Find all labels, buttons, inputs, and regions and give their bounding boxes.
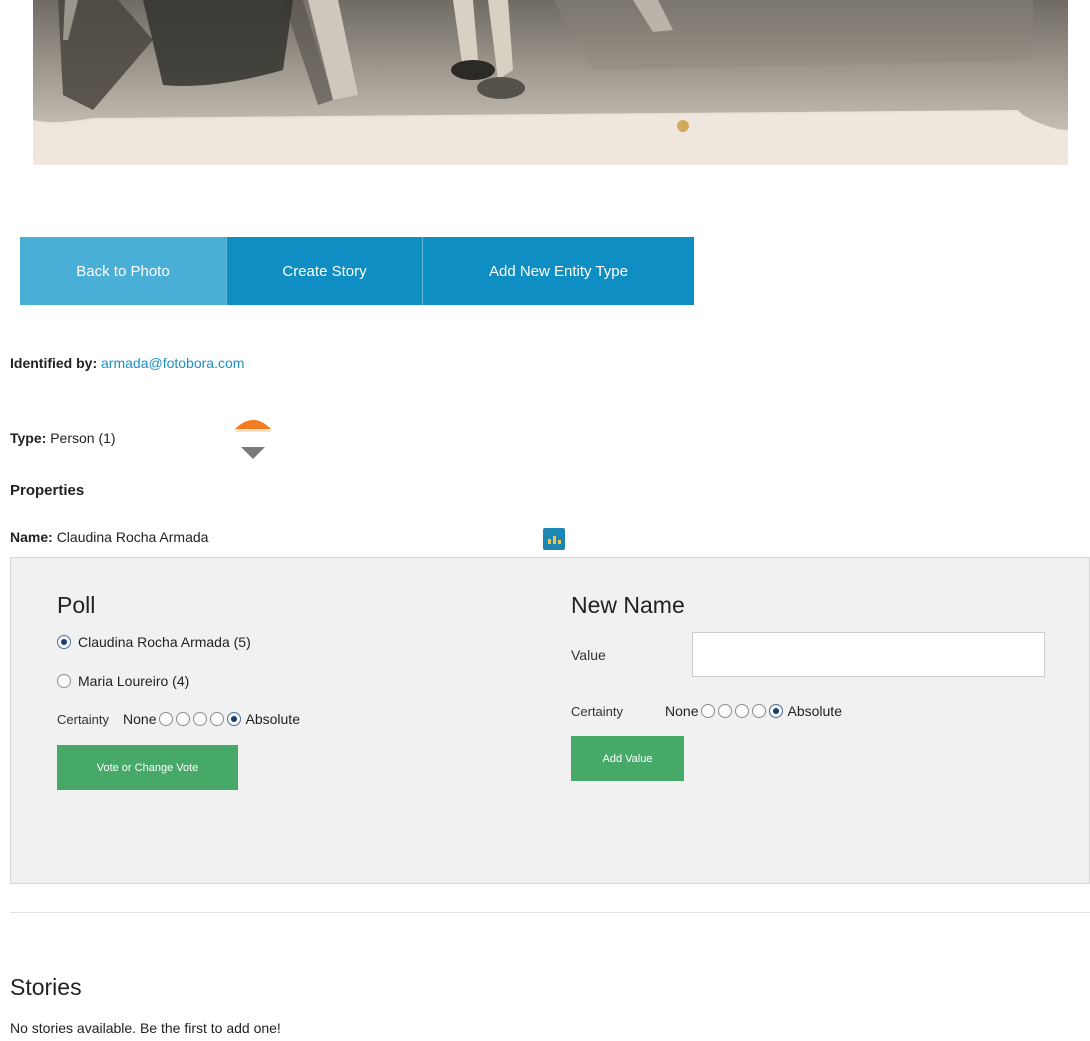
photo-artwork [33,0,1068,165]
identified-by-email-link[interactable]: armada@fotobora.com [101,355,244,371]
certainty-radio-5[interactable] [226,712,241,726]
back-to-photo-button[interactable]: Back to Photo [20,237,227,305]
certainty-radio-5[interactable] [768,704,783,718]
certainty-radio-1[interactable] [158,712,173,726]
value-input[interactable] [692,632,1045,677]
properties-heading: Properties [10,482,85,499]
type-label: Type: [10,430,47,446]
add-new-entity-type-button[interactable]: Add New Entity Type [423,237,694,305]
certainty-radio-2[interactable] [717,704,732,718]
certainty-radio-3[interactable] [192,712,207,726]
bar-chart-icon [547,536,562,544]
poll-option[interactable]: Maria Loureiro (4) [57,673,300,689]
poll-option-radio[interactable] [57,635,71,649]
certainty-radio-4[interactable] [209,712,224,726]
page: Back to Photo Create Story Add New Entit… [0,0,1090,1041]
certainty-radio-3[interactable] [734,704,749,718]
stories-heading: Stories [10,974,82,1000]
vote-up-icon[interactable] [235,420,271,432]
poll-option-label: Claudina Rocha Armada (5) [78,634,251,650]
identified-by: Identified by: armada@fotobora.com [10,355,244,371]
new-name-title: New Name [571,592,685,618]
vote-button[interactable]: Vote or Change Vote [57,745,238,790]
certainty-radio-2[interactable] [175,712,190,726]
poll-section: Poll Claudina Rocha Armada (5) Maria Lou… [57,592,300,790]
poll-panel: Poll Claudina Rocha Armada (5) Maria Lou… [10,557,1090,884]
certainty-radio-1[interactable] [700,704,715,718]
stories-empty-text: No stories available. Be the first to ad… [10,1020,281,1036]
new-name-certainty: Certainty None Absolute [571,703,842,719]
name-label: Name: [10,529,53,545]
poll-option-label: Maria Loureiro (4) [78,673,190,689]
add-value-button[interactable]: Add Value [571,736,684,781]
divider [10,912,1090,913]
create-story-button[interactable]: Create Story [227,237,423,305]
certainty-max-label: Absolute [787,703,842,719]
identified-by-label: Identified by: [10,355,98,371]
vote-arrows [235,420,271,459]
vote-down-icon[interactable] [241,447,265,459]
certainty-max-label: Absolute [245,711,300,727]
action-bar: Back to Photo Create Story Add New Entit… [20,237,694,305]
name-value: Claudina Rocha Armada [56,529,209,545]
certainty-label: Certainty [57,711,110,727]
type-value: Person (1) [50,430,116,446]
new-name-section: New Name Value Certainty None Absolute A… [571,592,842,781]
certainty-min-label: None [665,703,699,719]
photo-image[interactable] [33,0,1068,165]
poll-certainty: Certainty None Absolute [57,711,300,727]
poll-option-radio[interactable] [57,674,71,688]
poll-option[interactable]: Claudina Rocha Armada (5) [57,634,300,650]
type-line: Type: Person (1) [10,430,116,446]
certainty-label: Certainty [571,703,624,719]
name-line: Name: Claudina Rocha Armada [10,529,208,545]
poll-title: Poll [57,592,96,618]
certainty-min-label: None [123,711,157,727]
certainty-radio-4[interactable] [751,704,766,718]
poll-stats-button[interactable] [543,528,565,550]
